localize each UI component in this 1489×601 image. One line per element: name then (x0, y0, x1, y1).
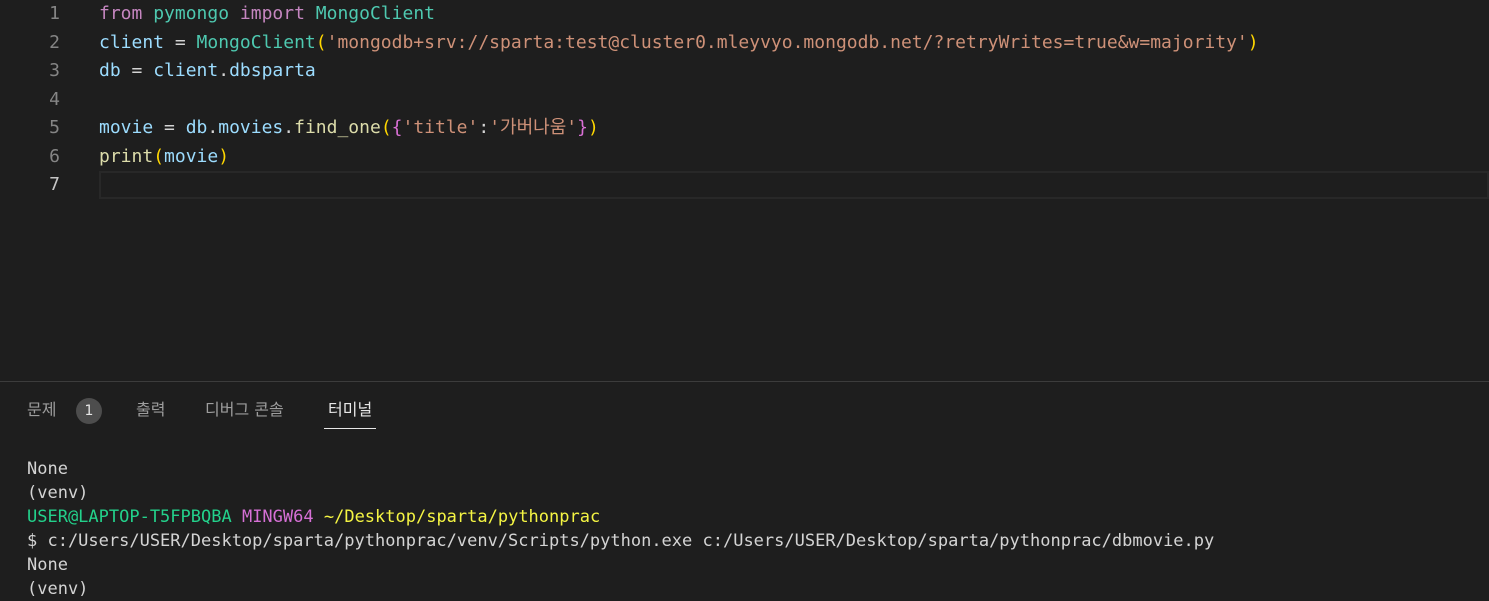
code-token: pymongo (153, 3, 230, 24)
tab-problems-label: 문제 (27, 400, 57, 419)
line-number: 6 (49, 145, 60, 167)
code-text: print(movie) (99, 143, 229, 171)
code-token: . (218, 60, 230, 81)
code-line[interactable]: 4 (0, 86, 1489, 114)
line-number: 2 (49, 31, 60, 53)
tab-debug-console-label: 디버그 콘솔 (205, 400, 284, 419)
tab-debug-console[interactable]: 디버그 콘솔 (205, 396, 284, 428)
tab-output-label: 출력 (136, 400, 166, 419)
code-line[interactable]: 6 print(movie) (0, 143, 1489, 171)
code-token: ( (315, 31, 327, 53)
code-token: 'mongodb+srv://sparta:test@cluster0.mley… (326, 31, 1248, 53)
code-token: . (207, 117, 219, 138)
code-token: ) (218, 145, 230, 167)
code-token: print (99, 145, 154, 167)
line-number: 1 (49, 3, 60, 24)
code-token: = (120, 60, 154, 81)
code-token: MongoClient (315, 3, 435, 24)
code-line[interactable]: 2 client = MongoClient('mongodb+srv://spa… (0, 29, 1489, 57)
code-token: { (391, 117, 403, 138)
code-token: client (99, 31, 165, 53)
prompt-user: USER@LAPTOP-T5FPBQBA (27, 507, 232, 527)
code-token: 'title' (402, 117, 479, 138)
terminal-line: (venv) (27, 579, 89, 599)
problems-count-badge: 1 (76, 398, 102, 424)
code-token: '가버나움' (489, 117, 578, 138)
code-token: } (577, 117, 588, 138)
code-token: = (164, 31, 197, 53)
code-token: import (239, 3, 305, 24)
code-token: : (478, 117, 490, 138)
code-text: db = client.dbsparta (99, 57, 316, 85)
code-line[interactable]: 1 from pymongo import MongoClient (0, 0, 1489, 28)
code-token: . (283, 117, 295, 138)
terminal-line: (venv) (27, 483, 89, 503)
terminal-command[interactable]: $ c:/Users/USER/Desktop/sparta/pythonpra… (27, 529, 1214, 553)
line-number: 3 (49, 60, 60, 81)
code-token: dbsparta (229, 60, 316, 81)
bottom-panel: 문제 1 출력 디버그 콘솔 터미널 None (venv) USER@LAPT… (0, 381, 1489, 599)
tab-terminal-label: 터미널 (328, 400, 373, 419)
prompt-path: ~/Desktop/sparta/pythonprac (323, 507, 601, 527)
code-token: ( (380, 117, 392, 138)
code-token: movie (164, 145, 219, 167)
terminal-prompt: USER@LAPTOP-T5FPBQBA MINGW64 ~/Desktop/s… (27, 505, 600, 529)
tab-terminal[interactable]: 터미널 (324, 396, 377, 429)
code-token: movie (99, 117, 154, 138)
code-token: ) (1247, 31, 1259, 53)
code-text: from pymongo import MongoClient (99, 0, 435, 28)
code-text: movie = db.movies.find_one({'title':'가버나… (99, 114, 599, 142)
code-token: = (153, 117, 186, 138)
line-number: 7 (49, 174, 60, 195)
code-token: MongoClient (196, 31, 316, 53)
code-token: db (185, 117, 208, 138)
code-token: client (153, 60, 219, 81)
code-line[interactable]: 7 (0, 171, 1489, 199)
terminal-line: None (27, 555, 68, 575)
code-text: client = MongoClient('mongodb+srv://spar… (99, 29, 1259, 57)
code-token: find_one (294, 117, 381, 138)
code-token: movies (218, 117, 284, 138)
prompt-shell: MINGW64 (241, 507, 314, 527)
terminal-line: None (27, 459, 68, 479)
code-token: from (99, 3, 143, 24)
code-token: ( (153, 145, 165, 167)
tab-output[interactable]: 출력 (136, 396, 165, 428)
code-token: ) (587, 117, 599, 138)
line-number: 5 (49, 117, 60, 138)
line-number: 4 (49, 88, 60, 110)
tab-problems[interactable]: 문제 (27, 396, 56, 428)
code-line[interactable]: 5 movie = db.movies.find_one({'title':'가버… (0, 114, 1489, 142)
code-line[interactable]: 3 db = client.dbsparta (0, 57, 1489, 85)
code-editor[interactable]: 1 from pymongo import MongoClient 2 client … (0, 0, 1489, 381)
code-token: db (99, 60, 121, 81)
